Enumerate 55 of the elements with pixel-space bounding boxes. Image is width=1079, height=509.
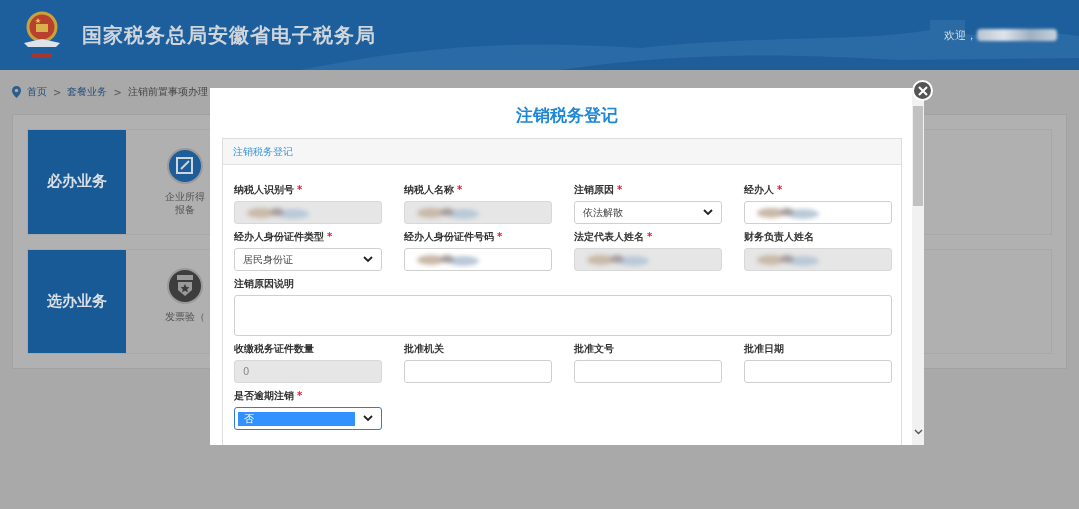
field-label: 经办人 [744,184,774,195]
input-field[interactable] [744,201,892,224]
required-mark: * [617,184,623,195]
location-icon [12,86,21,98]
field-label: 批准机关 [404,343,444,354]
field-label: 财务负责人姓名 [744,231,814,242]
scroll-down-icon [913,429,923,435]
breadcrumb-separator: > [53,86,62,98]
breadcrumb-link[interactable]: 首页 [27,85,47,99]
field-label: 收缴税务证件数量 [234,343,314,354]
field-label: 批准日期 [744,343,784,354]
required-mark: * [297,390,303,401]
input-field[interactable] [574,360,722,383]
text-area[interactable] [234,295,892,336]
breadcrumb-current: 注销前置事项办理 [127,85,208,99]
badge-icon [167,267,203,304]
chevron-down-icon [363,415,373,422]
dialog-title: 注销税务登记 [515,104,619,127]
field-label: 注销原因说明 [234,278,294,289]
welcome-text: 欢迎， [944,27,977,43]
field-label: 经办人身份证件号码 [404,231,494,242]
group-title: 选办业务 [28,249,126,353]
service-label[interactable]: 企业所得 [165,190,205,203]
edit-icon [167,148,203,184]
dropdown[interactable]: 否 [234,407,382,430]
required-mark: * [497,231,503,242]
chevron-down-icon [363,256,373,263]
service-label[interactable]: 报备 [175,203,195,216]
field-label: 经办人身份证件类型 [234,231,324,242]
dropdown[interactable]: 居民身份证 [234,248,382,271]
field-label: 批准文号 [574,343,614,354]
input-field[interactable] [404,248,552,271]
close-icon [917,85,928,96]
breadcrumb-separator: > [113,86,122,98]
field-label: 法定代表人姓名 [574,231,644,242]
service-label[interactable]: 发票验（ [165,309,205,323]
scroll-thumb[interactable] [913,106,923,206]
required-mark: * [297,184,303,195]
chevron-down-icon [703,209,713,216]
panel-header: 注销税务登记 [223,139,901,165]
required-mark: * [327,231,333,242]
field-label: 注销原因 [574,184,614,195]
close-button[interactable] [912,80,933,101]
required-mark: * [457,184,463,195]
required-mark: * [777,184,783,195]
site-title: 国家税务总局安徽省电子税务局 [82,21,376,49]
field-label: 纳税人名称 [404,184,454,195]
group-title: 必办业务 [28,130,126,234]
input-field[interactable] [744,360,892,383]
breadcrumb-link[interactable]: 套餐业务 [67,85,108,99]
field-label: 纳税人识别号 [234,184,294,195]
required-mark: * [647,231,653,242]
field-label: 是否逾期注销 [234,390,294,401]
input-field[interactable] [404,360,552,383]
dropdown[interactable]: 依法解散 [574,201,722,224]
